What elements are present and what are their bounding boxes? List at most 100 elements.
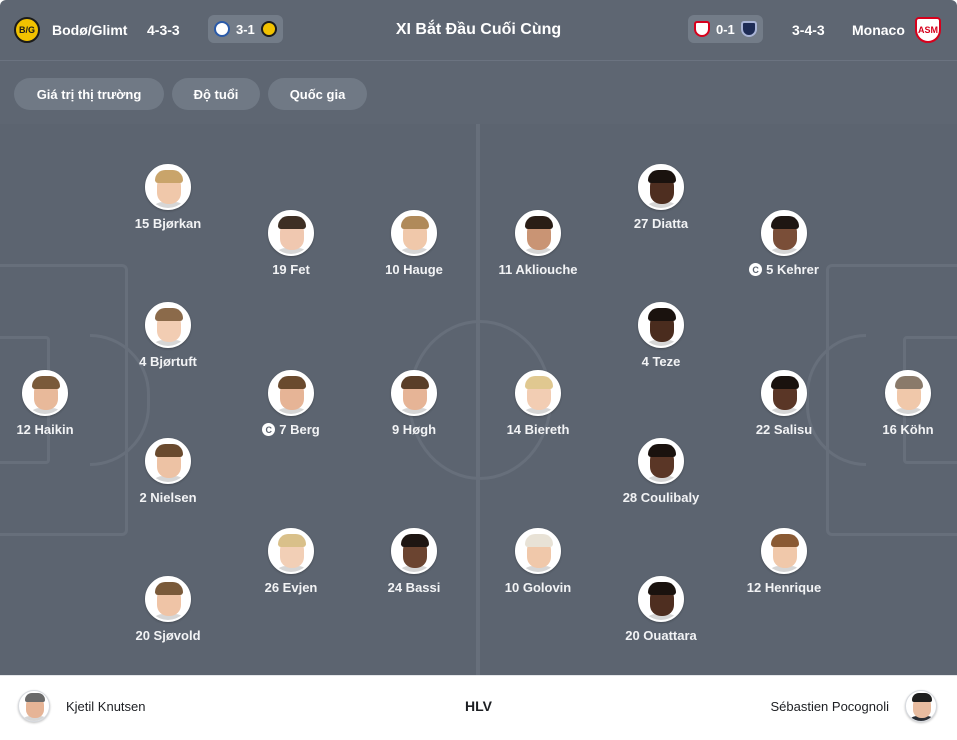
player-name: 4 Bjørtuft xyxy=(139,354,197,369)
player-label: 20 Sjøvold xyxy=(135,628,201,643)
away-player[interactable]: 4 Teze xyxy=(596,302,726,369)
player-avatar xyxy=(515,210,561,256)
player-name: 24 Bassi xyxy=(388,580,441,595)
home-team-crest[interactable]: B/G xyxy=(14,0,40,60)
player-avatar xyxy=(145,164,191,210)
home-team-name[interactable]: Bodø/Glimt xyxy=(52,0,127,60)
player-avatar xyxy=(268,528,314,574)
player-label: 12 Henrique xyxy=(746,580,822,595)
away-player[interactable]: 12 Henrique xyxy=(719,528,849,595)
away-player[interactable]: 10 Golovin xyxy=(473,528,603,595)
home-player[interactable]: 2 Nielsen xyxy=(103,438,233,505)
away-coach[interactable]: Sébastien Pocognoli xyxy=(770,676,937,736)
home-coach[interactable]: Kjetil Knutsen xyxy=(18,676,146,736)
player-label: 27 Diatta xyxy=(633,216,689,231)
opponent-crest-icon xyxy=(740,21,757,37)
home-last-match-chip[interactable]: 3-1 xyxy=(208,15,283,43)
player-avatar xyxy=(761,210,807,256)
home-last-score: 3-1 xyxy=(236,21,255,37)
player-avatar xyxy=(145,438,191,484)
away-player[interactable]: 22 Salisu xyxy=(719,370,849,437)
player-name: 26 Evjen xyxy=(265,580,318,595)
captain-badge-icon: C xyxy=(749,263,763,276)
player-avatar xyxy=(761,370,807,416)
player-name: 22 Salisu xyxy=(756,422,812,437)
away-team-name[interactable]: Monaco xyxy=(852,0,905,60)
away-player[interactable]: 11 Akliouche xyxy=(473,210,603,277)
player-name: 15 Bjørkan xyxy=(135,216,201,231)
player-avatar xyxy=(391,528,437,574)
player-name: 14 Biereth xyxy=(507,422,570,437)
home-coach-name: Kjetil Knutsen xyxy=(66,698,146,714)
filter-market-value[interactable]: Giá trị thị trường xyxy=(14,78,164,110)
away-player[interactable]: 16 Köhn xyxy=(843,370,957,437)
away-coach-avatar xyxy=(905,690,937,722)
player-name: 12 Haikin xyxy=(16,422,73,437)
filter-nationality[interactable]: Quốc gia xyxy=(268,78,367,110)
pitch: 12 Haikin 15 Bjørkan 4 Bjørtuft 2 Nielsen 20… xyxy=(0,124,957,675)
player-name: C5 Kehrer xyxy=(749,262,819,277)
home-player[interactable]: 12 Haikin xyxy=(0,370,110,437)
monaco-crest-icon: ASM xyxy=(915,17,941,43)
player-label: 10 Golovin xyxy=(504,580,572,595)
player-name: 16 Köhn xyxy=(882,422,933,437)
filter-age[interactable]: Độ tuổi xyxy=(172,78,260,110)
player-label: 2 Nielsen xyxy=(139,490,197,505)
home-player[interactable]: 24 Bassi xyxy=(349,528,479,595)
player-name: 9 Høgh xyxy=(392,422,436,437)
player-avatar xyxy=(885,370,931,416)
player-name: 20 Sjøvold xyxy=(135,628,200,643)
home-player[interactable]: 20 Sjøvold xyxy=(103,576,233,643)
player-label: 9 Høgh xyxy=(391,422,437,437)
player-name: C7 Berg xyxy=(262,422,320,437)
player-label: 16 Köhn xyxy=(882,422,934,437)
player-name: 19 Fet xyxy=(272,262,310,277)
opponent-crest-icon xyxy=(214,21,230,37)
coach-bar: Kjetil Knutsen HLV Sébastien Pocognoli xyxy=(0,675,957,740)
away-coach-name: Sébastien Pocognoli xyxy=(770,698,889,714)
player-avatar xyxy=(638,164,684,210)
player-name: 10 Golovin xyxy=(505,580,571,595)
player-label: 10 Hauge xyxy=(385,262,443,277)
home-coach-avatar xyxy=(18,690,50,722)
player-avatar xyxy=(761,528,807,574)
home-formation: 4-3-3 xyxy=(147,22,180,38)
player-avatar xyxy=(391,370,437,416)
player-label: 4 Teze xyxy=(641,354,681,369)
player-avatar xyxy=(145,576,191,622)
filter-bar: Giá trị thị trường Độ tuổi Quốc gia xyxy=(0,60,957,124)
away-player[interactable]: C5 Kehrer xyxy=(719,210,849,277)
player-avatar xyxy=(515,370,561,416)
player-label: 4 Bjørtuft xyxy=(139,354,197,369)
player-avatar xyxy=(268,210,314,256)
home-player[interactable]: 26 Evjen xyxy=(226,528,356,595)
away-player[interactable]: 20 Ouattara xyxy=(596,576,726,643)
away-last-match-chip[interactable]: 0-1 xyxy=(688,15,763,43)
lineup-widget: B/G Bodø/Glimt 4-3-3 3-1 XI Bắt Đầu Cuối… xyxy=(0,0,957,740)
player-label: 15 Bjørkan xyxy=(134,216,202,231)
home-player[interactable]: 9 Høgh xyxy=(349,370,479,437)
home-player[interactable]: C7 Berg xyxy=(226,370,356,437)
player-name: 28 Coulibaly xyxy=(623,490,700,505)
player-label: 28 Coulibaly xyxy=(622,490,700,505)
match-header: B/G Bodø/Glimt 4-3-3 3-1 XI Bắt Đầu Cuối… xyxy=(0,0,957,60)
player-label: 24 Bassi xyxy=(387,580,441,595)
player-avatar xyxy=(22,370,68,416)
player-avatar xyxy=(638,438,684,484)
player-label: 22 Salisu xyxy=(755,422,813,437)
home-player[interactable]: 10 Hauge xyxy=(349,210,479,277)
player-label: 14 Biereth xyxy=(506,422,570,437)
away-player[interactable]: 14 Biereth xyxy=(473,370,603,437)
away-player[interactable]: 27 Diatta xyxy=(596,164,726,231)
home-player[interactable]: 15 Bjørkan xyxy=(103,164,233,231)
player-label: 26 Evjen xyxy=(264,580,318,595)
away-formation: 3-4-3 xyxy=(792,22,825,38)
away-team-crest[interactable]: ASM xyxy=(915,0,941,60)
player-avatar xyxy=(145,302,191,348)
player-avatar xyxy=(391,210,437,256)
away-player[interactable]: 28 Coulibaly xyxy=(596,438,726,505)
home-player[interactable]: 4 Bjørtuft xyxy=(103,302,233,369)
player-name: 10 Hauge xyxy=(385,262,443,277)
player-avatar xyxy=(638,302,684,348)
home-player[interactable]: 19 Fet xyxy=(226,210,356,277)
